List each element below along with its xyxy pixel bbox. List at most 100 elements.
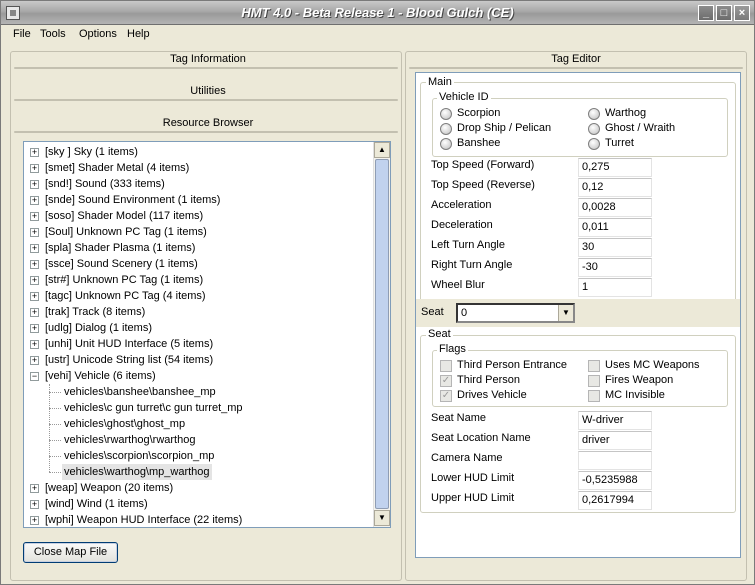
tree-leaf[interactable]: vehicles\rwarthog\rwarthog	[24, 432, 374, 448]
scroll-down-button[interactable]: ▼	[374, 510, 390, 526]
tree-node[interactable]: + [wind] Wind (1 items)	[24, 496, 374, 512]
seat-location-name-field[interactable]: driver	[578, 431, 652, 450]
scorpion-label: Scorpion	[457, 107, 501, 119]
title-bar[interactable]: HMT 4.0 - Beta Release 1 - Blood Gulch (…	[1, 1, 754, 25]
third-person-entrance-label: Third Person Entrance	[457, 359, 568, 371]
menu-help[interactable]: Help	[127, 28, 150, 40]
expand-icon[interactable]: +	[30, 180, 39, 189]
divider	[409, 67, 743, 69]
camera-name-field[interactable]	[578, 451, 652, 470]
tree-node[interactable]: + [snd!] Sound (333 items)	[24, 176, 374, 192]
tree-node-label: [spla] Shader Plasma (1 items)	[45, 242, 196, 254]
third-person-entrance-checkbox[interactable]	[440, 360, 452, 372]
right-turn-angle-field[interactable]: -30	[578, 258, 652, 277]
tree-leaf-selected[interactable]: vehicles\warthog\mp_warthog	[24, 464, 374, 480]
expand-icon[interactable]: +	[30, 484, 39, 493]
expand-icon[interactable]: +	[30, 164, 39, 173]
seat-dropdown[interactable]: 0 ▼	[456, 303, 575, 323]
tree-node[interactable]: + [udlg] Dialog (1 items)	[24, 320, 374, 336]
expand-icon[interactable]: +	[30, 292, 39, 301]
tree-node[interactable]: + [snde] Sound Environment (1 items)	[24, 192, 374, 208]
expand-icon[interactable]: +	[30, 196, 39, 205]
collapse-icon[interactable]: −	[30, 372, 39, 381]
expand-icon[interactable]: +	[30, 228, 39, 237]
chevron-down-icon[interactable]: ▼	[558, 305, 573, 321]
tree-node-vehicle[interactable]: − [vehi] Vehicle (6 items)	[24, 368, 374, 384]
third-person-checkbox[interactable]: ✓	[440, 375, 452, 387]
tree-node[interactable]: + [str#] Unknown PC Tag (1 items)	[24, 272, 374, 288]
acceleration-field[interactable]: 0,0028	[578, 198, 652, 217]
menu-file[interactable]: File	[13, 28, 31, 40]
tree-node[interactable]: + [wphi] Weapon HUD Interface (22 items)	[24, 512, 374, 527]
tree-node[interactable]: + [ustr] Unicode String list (54 items)	[24, 352, 374, 368]
expand-icon[interactable]: +	[30, 244, 39, 253]
expand-icon[interactable]: +	[30, 148, 39, 157]
tree-leaf[interactable]: vehicles\scorpion\scorpion_mp	[24, 448, 374, 464]
resource-tree[interactable]: + [sky ] Sky (1 items) + [smet] Shader Met…	[23, 141, 391, 528]
close-button[interactable]: ×	[734, 5, 750, 21]
tree-node[interactable]: + [smet] Shader Metal (4 items)	[24, 160, 374, 176]
tree-node[interactable]: + [trak] Track (8 items)	[24, 304, 374, 320]
top-speed-forward-field[interactable]: 0,275	[578, 158, 652, 177]
tree-node[interactable]: + [sky ] Sky (1 items)	[24, 144, 374, 160]
tree-node[interactable]: + [unhi] Unit HUD Interface (5 items)	[24, 336, 374, 352]
tree-node-label: [smet] Shader Metal (4 items)	[45, 162, 190, 174]
warthog-radio[interactable]	[588, 108, 600, 120]
expand-icon[interactable]: +	[30, 308, 39, 317]
scroll-thumb[interactable]	[375, 159, 389, 509]
menu-options[interactable]: Options	[79, 28, 117, 40]
utilities-header[interactable]: Utilities	[13, 85, 403, 97]
menu-tools[interactable]: Tools	[40, 28, 66, 40]
minimize-button[interactable]: _	[698, 5, 714, 21]
expand-icon[interactable]: +	[30, 340, 39, 349]
wheel-blur-field[interactable]: 1	[578, 278, 652, 297]
top-speed-reverse-field[interactable]: 0,12	[578, 178, 652, 197]
resource-browser-header[interactable]: Resource Browser	[13, 117, 403, 129]
turret-radio[interactable]	[588, 138, 600, 150]
scroll-up-button[interactable]: ▲	[374, 142, 390, 158]
tree-node[interactable]: + [weap] Weapon (20 items)	[24, 480, 374, 496]
tree-node[interactable]: + [soso] Shader Model (117 items)	[24, 208, 374, 224]
drop-ship-pelican-radio[interactable]	[440, 123, 452, 135]
tree-scrollbar[interactable]: ▲ ▼	[373, 142, 390, 527]
tree-node-label: [soso] Shader Model (117 items)	[45, 210, 204, 222]
scorpion-radio[interactable]	[440, 108, 452, 120]
expand-icon[interactable]: +	[30, 356, 39, 365]
expand-icon[interactable]: +	[30, 324, 39, 333]
tree-leaf[interactable]: vehicles\ghost\ghost_mp	[24, 416, 374, 432]
expand-icon[interactable]: +	[30, 212, 39, 221]
tree-node[interactable]: + [ssce] Sound Scenery (1 items)	[24, 256, 374, 272]
maximize-button[interactable]: □	[716, 5, 732, 21]
expand-icon[interactable]: +	[30, 276, 39, 285]
fires-weapon-checkbox[interactable]	[588, 375, 600, 387]
left-turn-angle-field[interactable]: 30	[578, 238, 652, 257]
close-map-file-button[interactable]: Close Map File	[23, 542, 118, 563]
expand-icon[interactable]: +	[30, 516, 39, 525]
tree-leaf-label: vehicles\rwarthog\rwarthog	[64, 434, 196, 446]
mc-invisible-checkbox[interactable]	[588, 390, 600, 402]
banshee-label: Banshee	[457, 137, 501, 149]
warthog-label: Warthog	[605, 107, 647, 119]
ghost-wraith-radio[interactable]	[588, 123, 600, 135]
expand-icon[interactable]: +	[30, 500, 39, 509]
vehicle-id-legend: Vehicle ID	[437, 91, 491, 103]
upper-hud-limit-field[interactable]: 0,2617994	[578, 491, 652, 510]
expand-icon[interactable]: +	[30, 260, 39, 269]
tree-node[interactable]: + [tagc] Unknown PC Tag (4 items)	[24, 288, 374, 304]
upper-hud-limit-label: Upper HUD Limit	[431, 492, 515, 504]
tree-leaf[interactable]: vehicles\c gun turret\c gun turret_mp	[24, 400, 374, 416]
tag-information-header[interactable]: Tag Information	[13, 53, 403, 65]
banshee-radio[interactable]	[440, 138, 452, 150]
lower-hud-limit-field[interactable]: -0,5235988	[578, 471, 652, 490]
seat-name-field[interactable]: W-driver	[578, 411, 652, 430]
seat-group-legend: Seat	[426, 328, 453, 340]
drives-vehicle-checkbox[interactable]: ✓	[440, 390, 452, 402]
menu-bar: File Tools Options Help	[1, 26, 754, 44]
uses-mc-weapons-checkbox[interactable]	[588, 360, 600, 372]
tree-node[interactable]: + [spla] Shader Plasma (1 items)	[24, 240, 374, 256]
tree-node-label: [unhi] Unit HUD Interface (5 items)	[45, 338, 214, 350]
tree-leaf-label: vehicles\ghost\ghost_mp	[64, 418, 186, 430]
tree-leaf[interactable]: vehicles\banshee\banshee_mp	[24, 384, 374, 400]
deceleration-field[interactable]: 0,011	[578, 218, 652, 237]
tree-node[interactable]: + [Soul] Unknown PC Tag (1 items)	[24, 224, 374, 240]
